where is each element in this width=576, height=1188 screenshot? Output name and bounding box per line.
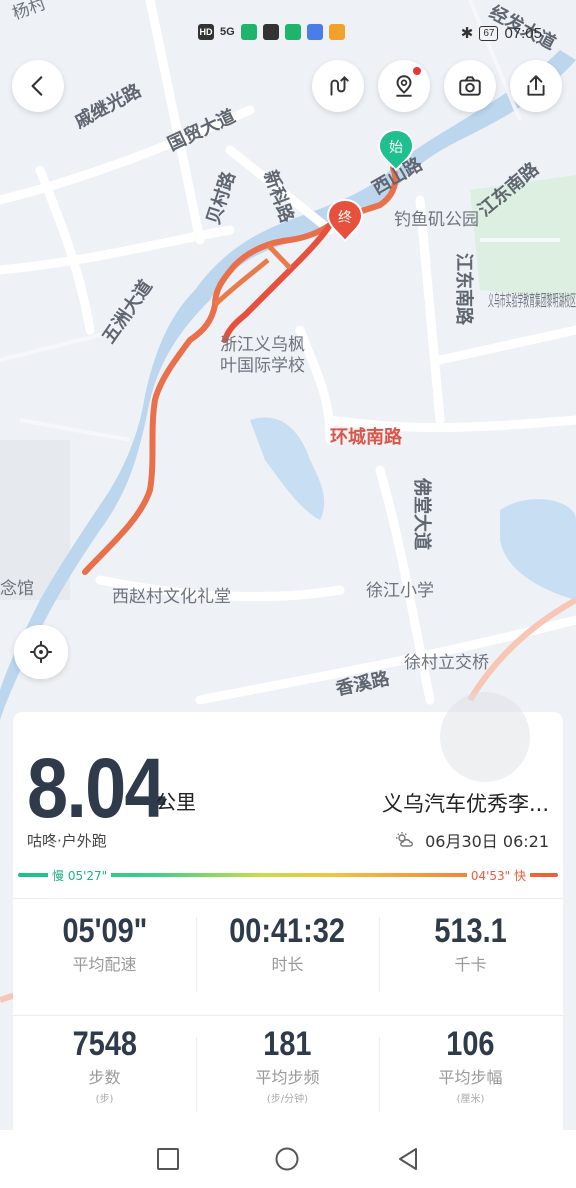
clock: 07:05 [504, 24, 542, 42]
map-label-xucun-bridge: 徐村立交桥 [404, 653, 489, 673]
map-label-memorial-hall: 念馆 [0, 578, 34, 599]
map-label-diaoyuji-park: 钓鱼矶公园 [394, 210, 479, 230]
hd-icon: HD [198, 24, 214, 40]
duration-value: 00:41:32 [229, 912, 346, 950]
back-nav-icon[interactable] [395, 1146, 421, 1172]
activity-type: 咕咚·户外跑 [27, 832, 107, 850]
map-label-jiangdong-road: 江东南路 [453, 253, 475, 326]
map-label-fotang-avenue: 佛堂大道 [411, 477, 433, 550]
battery-icon: 67 [479, 25, 499, 41]
floating-overlay[interactable] [440, 692, 530, 782]
health-icon [262, 24, 279, 40]
cadence-label: 平均步频 [255, 1068, 320, 1087]
cadence-unit: (步/分钟) [266, 1094, 309, 1105]
share-button[interactable] [510, 60, 562, 112]
avg-pace-label: 平均配速 [72, 955, 137, 974]
steps-unit: (步) [95, 1094, 114, 1105]
map-label-fengye-school-line2: 叶国际学校 [220, 356, 305, 376]
stat-duration: 00:41:32 时长 [196, 912, 379, 975]
status-icons: HD 5G [198, 24, 345, 40]
route-switch-button[interactable] [312, 60, 364, 112]
status-right: ✱ 67 07:05 [460, 24, 542, 43]
bluetooth-icon: ✱ [460, 25, 474, 42]
cadence-value: 181 [263, 1025, 312, 1063]
camera-icon [459, 76, 481, 96]
signal-icon: 5G [220, 26, 235, 38]
activity-date: 06月30日 06:21 [425, 832, 549, 851]
distance-value: 8.04 [27, 741, 166, 835]
pace-fast-label: 04'53" 快 [466, 867, 530, 884]
duration-label: 时长 [271, 955, 304, 974]
stat-avg-pace: 05'09" 平均配速 [13, 912, 196, 975]
map-label-experimental-school: 义乌市实验学教育集团黎明湖校区 [488, 291, 576, 310]
distance-unit: 公里 [156, 790, 196, 814]
location-person-icon [396, 75, 412, 97]
stat-steps: 7548 步数 (步) [13, 1025, 196, 1105]
wechat-icon [284, 24, 301, 40]
stride-unit: (厘米) [456, 1094, 485, 1105]
calories-value: 513.1 [434, 912, 507, 950]
map-label-ring-south-road: 环城南路 [330, 426, 403, 448]
app-notification-icon [240, 24, 257, 40]
location-button[interactable] [378, 60, 430, 112]
date-row: 06月30日 06:21 [395, 828, 549, 852]
map-label-xujiang-primary: 徐江小学 [366, 581, 434, 601]
recent-apps-icon[interactable] [155, 1146, 181, 1172]
map-label-fengye-school-line1: 浙江义乌枫 [220, 335, 305, 355]
stat-stride: 106 平均步幅 (厘米) [379, 1025, 562, 1105]
divider [13, 898, 563, 899]
stat-calories: 513.1 千卡 [379, 912, 562, 975]
back-button[interactable] [12, 60, 64, 112]
recenter-button[interactable] [14, 625, 68, 679]
svg-text:始: 始 [389, 140, 403, 156]
home-icon[interactable] [274, 1146, 300, 1172]
route-switch-icon [330, 75, 349, 96]
steps-value: 7548 [72, 1025, 137, 1063]
avg-pace-value: 05'09" [62, 912, 147, 950]
weather-icon [396, 832, 414, 847]
system-nav-bar [0, 1130, 576, 1188]
stride-value: 106 [446, 1025, 495, 1063]
share-icon [527, 75, 545, 96]
svg-text:终: 终 [338, 210, 352, 226]
route-name[interactable]: 义乌汽车优秀李... [382, 788, 549, 818]
divider [13, 1015, 563, 1016]
app-icon [328, 24, 345, 40]
camera-button[interactable] [444, 60, 496, 112]
pace-slow-label: 慢 05'27" [48, 867, 112, 884]
stat-cadence: 181 平均步频 (步/分钟) [196, 1025, 379, 1105]
back-icon [31, 76, 43, 96]
stride-label: 平均步幅 [438, 1068, 503, 1087]
map-label-xizhao-hall: 西赵村文化礼堂 [112, 587, 231, 607]
crosshair-icon [30, 641, 52, 663]
notification-dot [413, 67, 421, 75]
steps-label: 步数 [88, 1068, 121, 1087]
school-line1: 义乌市实验学教育集团黎明湖校区 [488, 291, 576, 310]
status-bar: HD 5G ✱ 67 07:05 [0, 0, 576, 60]
qq-icon [306, 24, 323, 40]
calories-label: 千卡 [454, 955, 487, 974]
